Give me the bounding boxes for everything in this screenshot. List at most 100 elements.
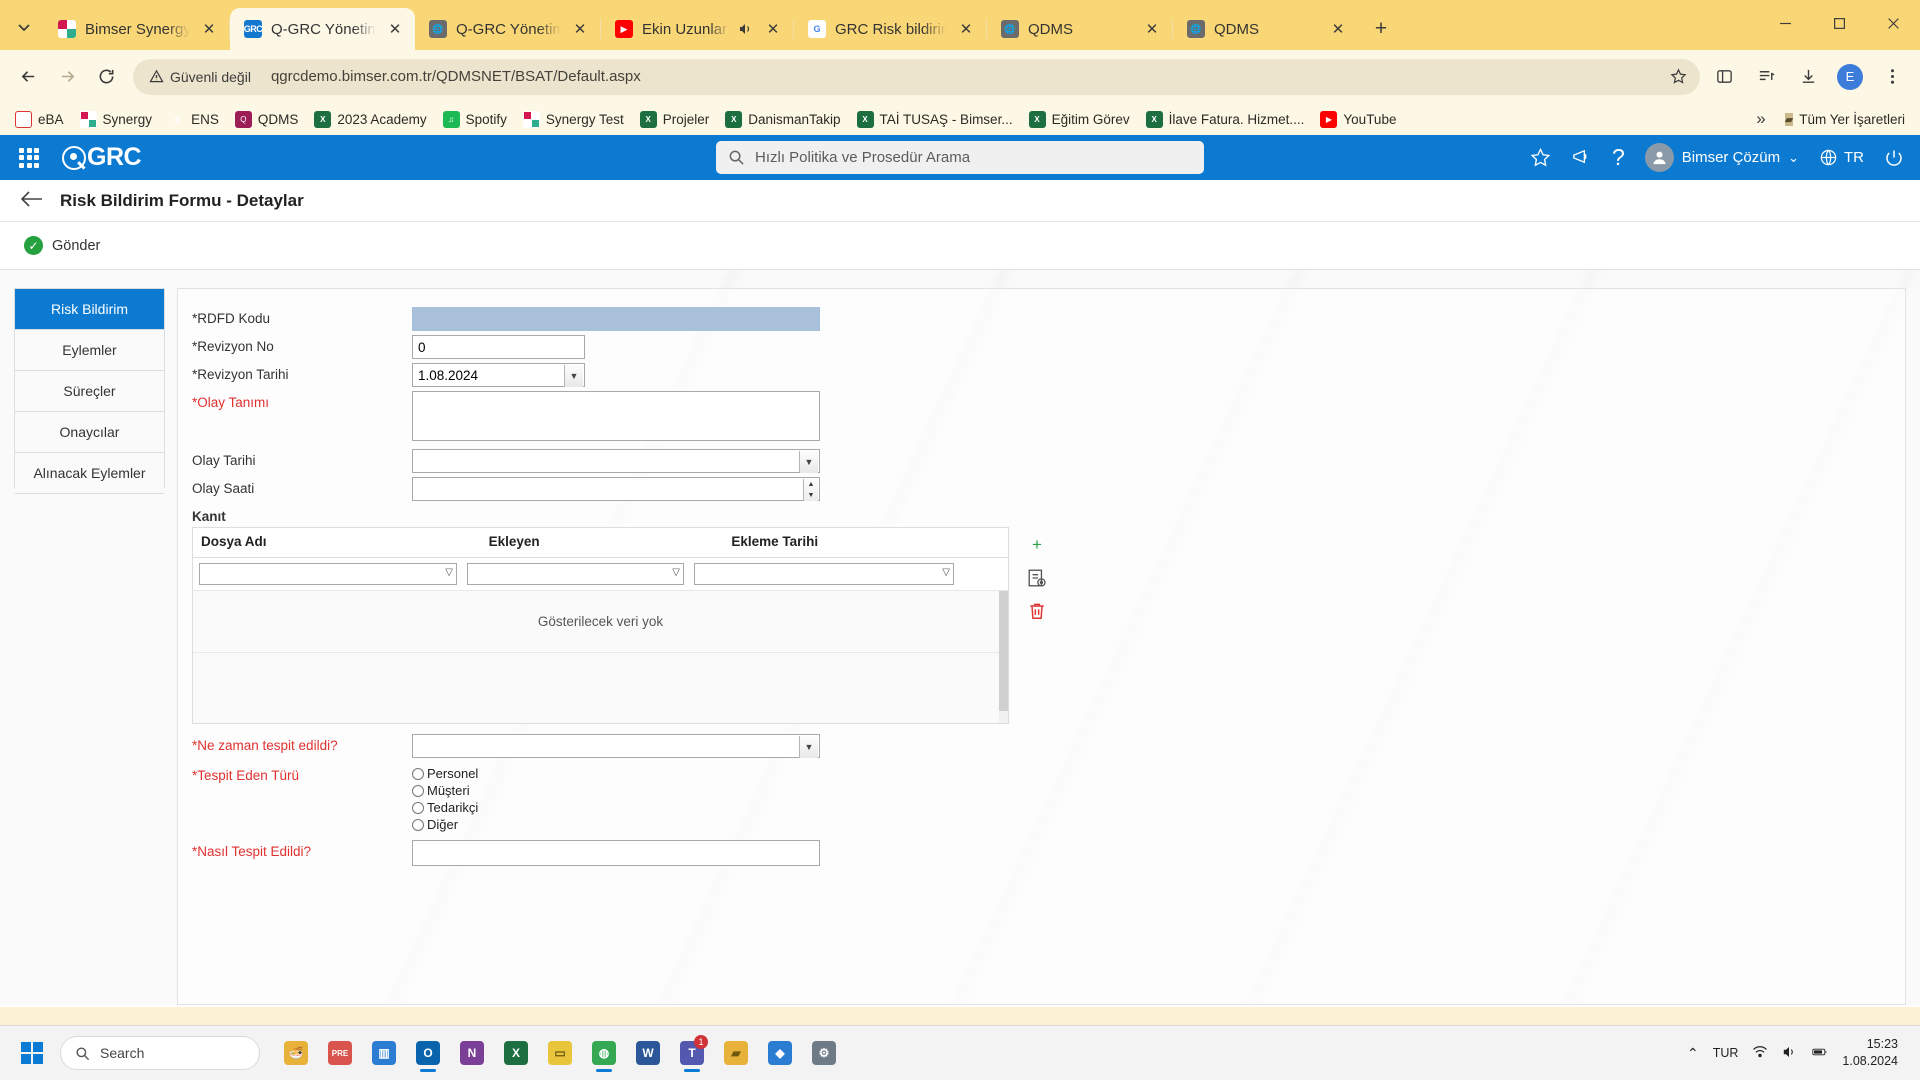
column-header-dosya-adi[interactable]: Dosya Adı <box>193 528 481 557</box>
radio-icon[interactable] <box>412 784 424 797</box>
radio-option-musteri[interactable]: Müşteri <box>412 783 478 798</box>
radio-icon[interactable] <box>412 801 424 814</box>
paint-icon[interactable]: ▥ <box>366 1033 402 1073</box>
radio-icon[interactable] <box>412 767 424 780</box>
onenote-icon[interactable]: N <box>454 1033 490 1073</box>
browser-tab-2[interactable]: 🌐 Q-GRC Yönetim Siste ✕ <box>415 8 600 50</box>
start-button[interactable] <box>10 1031 54 1075</box>
tab-close-button[interactable]: ✕ <box>1328 19 1348 39</box>
tab-audio-icon[interactable] <box>738 21 754 37</box>
tab-search-dropdown-button[interactable] <box>4 7 44 47</box>
sidebar-item-risk-bildirim[interactable]: Risk Bildirim <box>15 289 164 330</box>
browser-tab-4[interactable]: G GRC Risk bildirimi - G ✕ <box>794 8 986 50</box>
tab-close-button[interactable]: ✕ <box>570 19 590 39</box>
olay-tanimi-textarea[interactable] <box>412 391 820 441</box>
chrome-pinned-icon[interactable]: PRE <box>322 1033 358 1073</box>
radio-icon[interactable] <box>412 818 424 831</box>
outlook-icon[interactable]: O <box>410 1033 446 1073</box>
tab-close-button[interactable]: ✕ <box>385 19 405 39</box>
bookmark-item[interactable]: X 2023 Academy <box>307 108 433 131</box>
filter-input-ekleme-tarihi[interactable]: ▽ <box>694 563 954 585</box>
bookmark-item[interactable]: Synergy <box>73 108 160 131</box>
bookmark-item[interactable]: Synergy Test <box>516 108 631 131</box>
media-controls-icon[interactable] <box>1748 59 1784 95</box>
olay-tarihi-datepicker[interactable]: ▼ <box>412 449 820 473</box>
chevron-down-icon[interactable]: ▼ <box>564 365 583 387</box>
grc-logo[interactable]: GRC <box>62 143 142 172</box>
new-tab-button[interactable]: + <box>1364 12 1398 46</box>
chrome-menu-icon[interactable] <box>1874 59 1910 95</box>
bookmark-item[interactable]: X Eğitim Görev <box>1022 108 1137 131</box>
bookmark-item[interactable]: ◈ ENS <box>161 108 226 131</box>
tab-close-button[interactable]: ✕ <box>199 19 219 39</box>
word-icon[interactable]: W <box>630 1033 666 1073</box>
filter-input-dosya-adi[interactable]: ▽ <box>199 563 457 585</box>
sidebar-item-onaycilar[interactable]: Onaycılar <box>15 412 164 453</box>
spinner-icon[interactable]: ▲ ▼ <box>803 479 818 501</box>
olay-saati-input[interactable]: ▲ ▼ <box>412 477 820 501</box>
forward-button[interactable] <box>49 59 85 95</box>
battery-icon[interactable] <box>1812 1044 1828 1063</box>
announcements-icon[interactable] <box>1571 147 1592 168</box>
filter-icon[interactable]: ▽ <box>445 567 453 578</box>
sidebar-item-surecler[interactable]: Süreçler <box>15 371 164 412</box>
nasil-tespit-edildi-input[interactable] <box>412 840 820 866</box>
bookmark-item[interactable]: X TAİ TUSAŞ - Bimser... <box>850 108 1020 131</box>
kanit-grid-scrollbar[interactable] <box>999 591 1008 723</box>
chrome-icon[interactable]: ◍ <box>586 1033 622 1073</box>
bookmark-item[interactable]: Q QDMS <box>228 108 306 131</box>
sticky-notes-icon[interactable]: ▭ <box>542 1033 578 1073</box>
back-arrow-icon[interactable] <box>20 190 44 212</box>
radio-option-personel[interactable]: Personel <box>412 766 478 781</box>
widgets-icon[interactable]: 🍜 <box>278 1033 314 1073</box>
favorites-icon[interactable] <box>1530 147 1551 168</box>
profile-avatar[interactable]: E <box>1832 59 1868 95</box>
tab-close-button[interactable]: ✕ <box>956 19 976 39</box>
bookmark-item[interactable]: eBA eBA <box>8 108 71 131</box>
settings-icon[interactable]: ⚙ <box>806 1033 842 1073</box>
view-attachment-button[interactable] <box>1027 568 1047 588</box>
address-bar[interactable]: Güvenli değil qgrcdemo.bimser.com.tr/QDM… <box>133 58 1700 95</box>
extensions-icon[interactable] <box>1706 59 1742 95</box>
bookmark-item[interactable]: ▶ YouTube <box>1313 108 1403 131</box>
minimize-button[interactable] <box>1758 0 1812 46</box>
radio-option-diger[interactable]: Diğer <box>412 817 478 832</box>
logout-button[interactable] <box>1884 148 1904 168</box>
tray-expand-icon[interactable]: ⌃ <box>1687 1045 1699 1062</box>
tab-close-button[interactable]: ✕ <box>1142 19 1162 39</box>
send-button[interactable]: ✓ Gönder <box>24 236 100 255</box>
revizyon-no-input[interactable]: 0 <box>412 335 585 359</box>
help-icon[interactable]: ? <box>1612 146 1625 169</box>
bookmark-item[interactable]: X İlave Fatura. Hizmet.... <box>1139 108 1312 131</box>
ne-zaman-tespit-dropdown[interactable]: ▼ <box>412 734 820 758</box>
add-attachment-button[interactable]: + <box>1027 535 1047 555</box>
excel-icon[interactable]: X <box>498 1033 534 1073</box>
revizyon-tarihi-datepicker[interactable]: 1.08.2024 ▼ <box>412 363 585 387</box>
quick-search-input[interactable]: Hızlı Politika ve Prosedür Arama <box>716 141 1204 174</box>
app-launcher-icon[interactable] <box>16 145 42 171</box>
wifi-icon[interactable] <box>1752 1044 1768 1063</box>
filter-icon[interactable]: ▽ <box>672 567 680 578</box>
delete-attachment-button[interactable] <box>1027 601 1047 621</box>
user-menu[interactable]: Bimser Çözüm ⌄ <box>1644 143 1799 172</box>
filter-input-ekleyen[interactable]: ▽ <box>467 563 684 585</box>
browser-tab-0[interactable]: Bimser Synergy ✕ <box>44 8 229 50</box>
bookmark-item[interactable]: X DanismanTakip <box>718 108 847 131</box>
column-header-ekleme-tarihi[interactable]: Ekleme Tarihi <box>723 528 1008 557</box>
downloads-icon[interactable] <box>1790 59 1826 95</box>
filter-icon[interactable]: ▽ <box>942 567 950 578</box>
tray-language[interactable]: TUR <box>1713 1046 1739 1060</box>
radio-option-tedarikci[interactable]: Tedarikçi <box>412 800 478 815</box>
bookmark-star-icon[interactable] <box>1664 63 1692 91</box>
maximize-button[interactable] <box>1812 0 1866 46</box>
sidebar-item-alinacak-eylemler[interactable]: Alınacak Eylemler <box>15 453 164 494</box>
reload-button[interactable] <box>88 59 124 95</box>
bookmark-item[interactable]: ♫ Spotify <box>436 108 514 131</box>
file-explorer-icon[interactable]: ▰ <box>718 1033 754 1073</box>
back-button[interactable] <box>10 59 46 95</box>
sidebar-item-eylemler[interactable]: Eylemler <box>15 330 164 371</box>
browser-tab-3[interactable]: ▶ Ekin Uzunlar - So ✕ <box>601 8 793 50</box>
browser-tab-5[interactable]: 🌐 QDMS ✕ <box>987 8 1172 50</box>
security-status-chip[interactable]: Güvenli değil <box>137 63 261 91</box>
bookmark-item[interactable]: X Projeler <box>633 108 717 131</box>
